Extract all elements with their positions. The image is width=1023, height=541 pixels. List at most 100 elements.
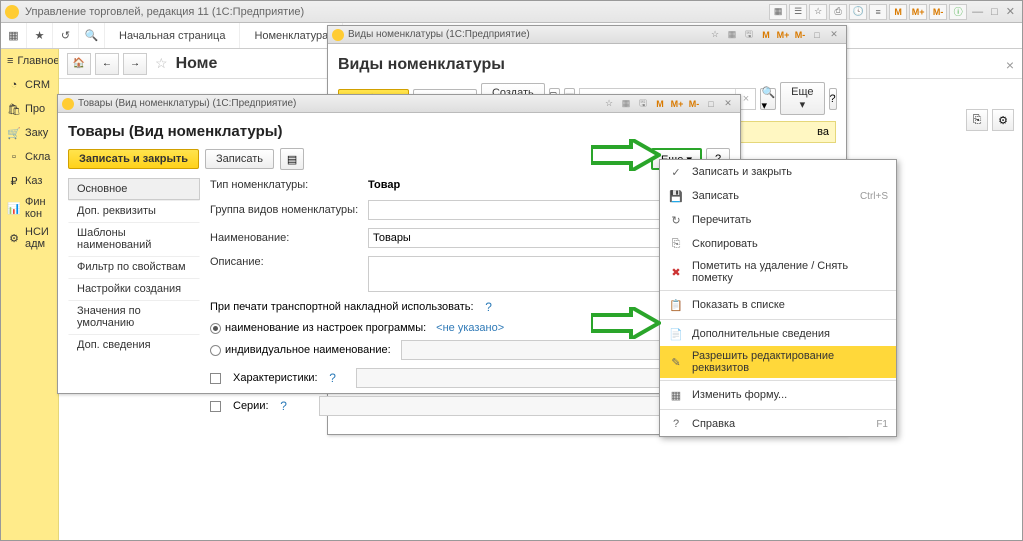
rc-btn-2[interactable]: ⚙ <box>992 109 1014 131</box>
win2-ic-3[interactable]: 🖫 <box>635 97 651 111</box>
menu-extra-info[interactable]: 📄Дополнительные сведения <box>660 322 896 346</box>
box-icon: ▫ <box>7 150 21 164</box>
home-button[interactable]: 🏠 <box>67 53 91 75</box>
win1-titlebar[interactable]: Виды номенклатуры (1С:Предприятие) ☆ ▦ 🖫… <box>328 26 846 44</box>
tb-btn-3[interactable]: ☆ <box>809 4 827 20</box>
rc-btn-1[interactable]: ⎘ <box>966 109 988 131</box>
tb-mplus[interactable]: M+ <box>909 4 927 20</box>
win1-mminus[interactable]: M- <box>792 28 808 42</box>
chart-icon: 📊 <box>7 201 21 215</box>
tb-btn-2[interactable]: ☰ <box>789 4 807 20</box>
win2-ic-2[interactable]: ▦ <box>618 97 634 111</box>
tb-m[interactable]: M <box>889 4 907 20</box>
apps-icon[interactable]: ▦ <box>1 23 27 48</box>
win2-mplus[interactable]: M+ <box>669 97 685 111</box>
tab-start[interactable]: Начальная страница <box>105 23 240 48</box>
nav-templates[interactable]: Шаблоны наименований <box>68 222 200 256</box>
win1-m[interactable]: M <box>758 28 774 42</box>
ruble-icon: ₽ <box>7 174 21 188</box>
win1-close[interactable]: ✕ <box>826 28 842 42</box>
nav-extra[interactable]: Доп. сведения <box>68 334 200 356</box>
win-max[interactable]: □ <box>988 6 1001 18</box>
page-title: Номе <box>176 55 218 73</box>
nav-filter[interactable]: Фильтр по свойствам <box>68 256 200 278</box>
fwd-button[interactable]: → <box>123 53 147 75</box>
char-help[interactable]: ? <box>326 371 340 385</box>
menu-copy[interactable]: ⎘Скопировать <box>660 232 896 256</box>
win2-logo <box>62 98 74 110</box>
history-icon[interactable]: ↺ <box>53 23 79 48</box>
search-icon[interactable]: 🔍 <box>79 23 105 48</box>
check-icon: ✓ <box>668 164 684 180</box>
sidebar-item-stock[interactable]: ▫Скла <box>1 145 58 169</box>
app-titlebar: Управление торговлей, редакция 11 (1С:Пр… <box>1 1 1022 23</box>
radio-on-icon <box>210 323 221 334</box>
win-close[interactable]: ✕ <box>1003 5 1018 18</box>
nav-defaults[interactable]: Значения по умолчанию <box>68 300 200 334</box>
series-help[interactable]: ? <box>277 399 291 413</box>
menu-reload[interactable]: ↻Перечитать <box>660 208 896 232</box>
menu-help[interactable]: ?СправкаF1 <box>660 412 896 436</box>
crm-icon: ◔ <box>7 78 21 92</box>
sidebar-item-crm[interactable]: ◔CRM <box>1 73 58 97</box>
sidebar-item-sales[interactable]: 🛍Про <box>1 97 58 121</box>
sidebar-item-main[interactable]: ≡Главное <box>1 49 58 73</box>
win1-mplus[interactable]: M+ <box>775 28 791 42</box>
tb-btn-6[interactable]: ≡ <box>869 4 887 20</box>
menu-icon: ≡ <box>7 54 13 68</box>
sidebar-item-reports[interactable]: 📊Фин кон <box>1 193 58 223</box>
print-label: При печати транспортной накладной исполь… <box>210 301 474 313</box>
form-icon: ▦ <box>668 387 684 403</box>
win1-ic-3[interactable]: 🖫 <box>741 28 757 42</box>
help-button-1[interactable]: ? <box>829 88 837 110</box>
win-min[interactable]: — <box>969 6 986 18</box>
sidebar-item-admin[interactable]: ⚙НСИ адм <box>1 223 58 253</box>
sidebar-item-finance[interactable]: ₽Каз <box>1 169 58 193</box>
win2-close[interactable]: ✕ <box>720 97 736 111</box>
tb-info[interactable]: ⓘ <box>949 4 967 20</box>
menu-show-list[interactable]: 📋Показать в списке <box>660 293 896 317</box>
radio-individual[interactable]: индивидуальное наименование: <box>210 340 730 360</box>
save-button[interactable]: Записать <box>205 149 274 169</box>
win2-max[interactable]: □ <box>703 97 719 111</box>
win2-mminus[interactable]: M- <box>686 97 702 111</box>
back-button[interactable]: ← <box>95 53 119 75</box>
type-value: Товар <box>368 179 708 191</box>
menu-change-form[interactable]: ▦Изменить форму... <box>660 383 896 407</box>
radio1-link[interactable]: <не указано> <box>436 322 504 334</box>
star-icon[interactable]: ☆ <box>155 55 168 72</box>
menu-allow-edit[interactable]: ✎Разрешить редактирование реквизитов <box>660 346 896 378</box>
win2-ic-1[interactable]: ☆ <box>601 97 617 111</box>
win1-logo <box>332 29 344 41</box>
sidebar-item-purchase[interactable]: 🛒Заку <box>1 121 58 145</box>
tb-btn-5[interactable]: 🕓 <box>849 4 867 20</box>
menu-delete[interactable]: ✖Пометить на удаление / Снять пометку <box>660 256 896 288</box>
extra-icon-button[interactable]: ▤ <box>280 148 304 170</box>
win1-ic-2[interactable]: ▦ <box>724 28 740 42</box>
more-button-1[interactable]: Еще ▾ <box>780 82 824 115</box>
arrow-2 <box>591 307 661 339</box>
win1-ic-1[interactable]: ☆ <box>707 28 723 42</box>
nav-req[interactable]: Доп. реквизиты <box>68 200 200 222</box>
menu-save-close[interactable]: ✓Записать и закрыть <box>660 160 896 184</box>
win2-m[interactable]: M <box>652 97 668 111</box>
char-checkbox[interactable] <box>210 373 221 384</box>
win2-title-text: Товары (Вид номенклатуры) (1С:Предприяти… <box>78 98 600 109</box>
fav-icon[interactable]: ★ <box>27 23 53 48</box>
tb-mminus[interactable]: M- <box>929 4 947 20</box>
edit-icon: ✎ <box>668 354 684 370</box>
win2-titlebar[interactable]: Товары (Вид номенклатуры) (1С:Предприяти… <box>58 95 740 113</box>
tb-btn-1[interactable]: ▦ <box>769 4 787 20</box>
doc-icon: 📄 <box>668 326 684 342</box>
print-help[interactable]: ? <box>482 300 496 314</box>
win1-max[interactable]: □ <box>809 28 825 42</box>
nav-main[interactable]: Основное <box>68 178 200 200</box>
page-close[interactable]: × <box>1006 57 1014 73</box>
series-checkbox[interactable] <box>210 401 221 412</box>
type-label: Тип номенклатуры: <box>210 179 360 191</box>
save-close-button[interactable]: Записать и закрыть <box>68 149 199 169</box>
nav-create[interactable]: Настройки создания <box>68 278 200 300</box>
tb-btn-4[interactable]: ⎙ <box>829 4 847 20</box>
mag-button[interactable]: 🔍▾ <box>760 88 776 110</box>
menu-save[interactable]: 💾ЗаписатьCtrl+S <box>660 184 896 208</box>
